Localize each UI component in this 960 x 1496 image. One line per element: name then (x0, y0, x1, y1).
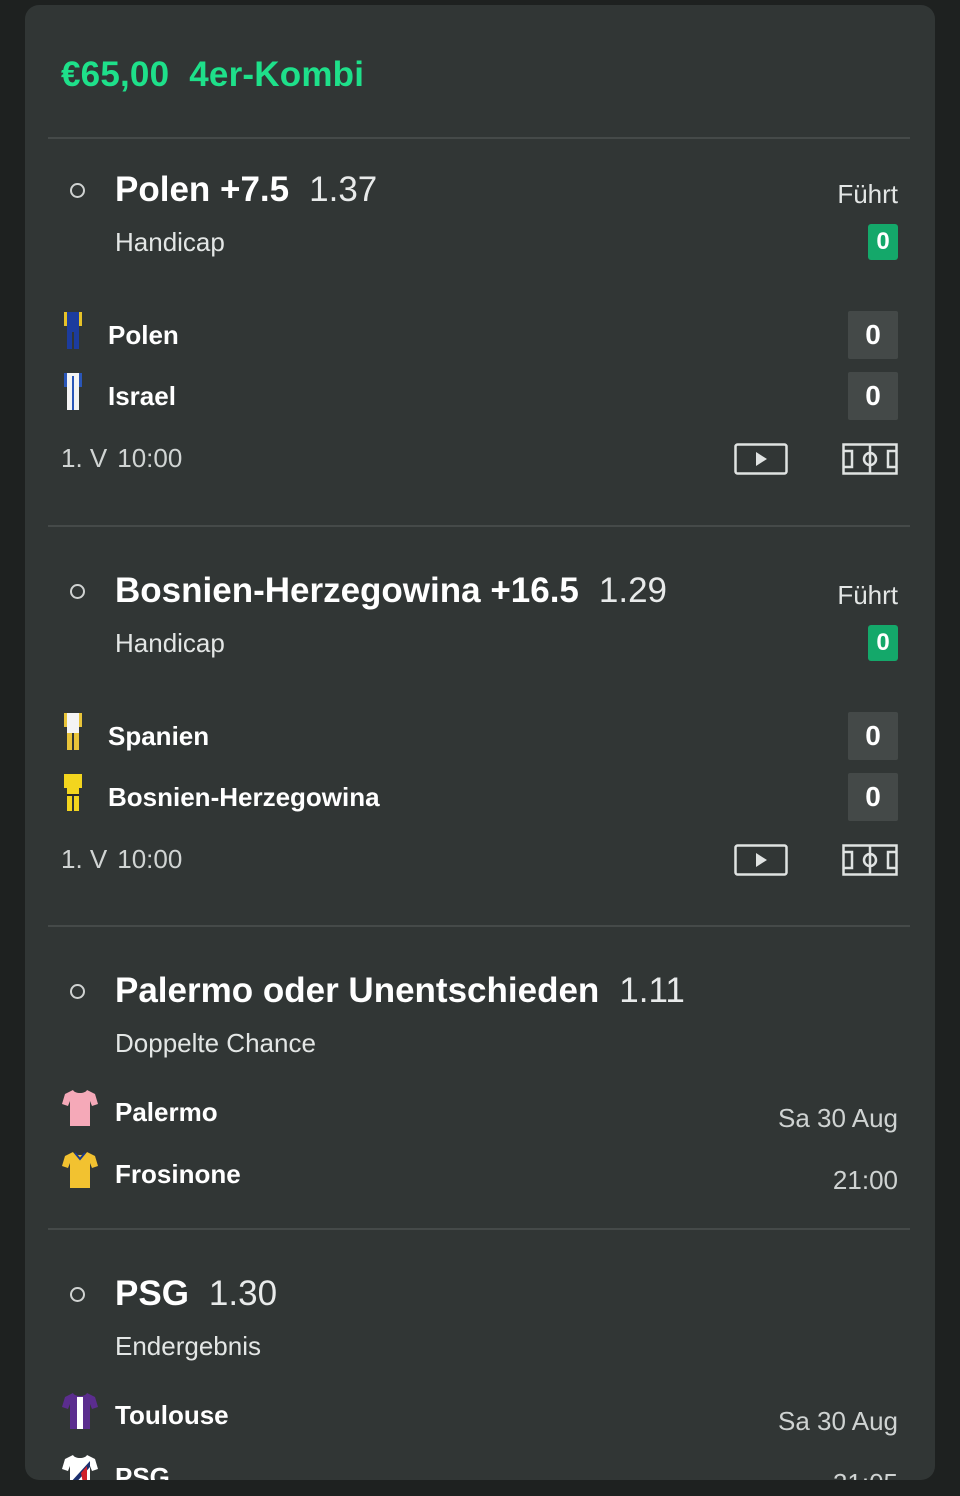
status-circle-icon (70, 984, 85, 999)
team-name: PSG (115, 1462, 170, 1480)
market-name: Handicap (115, 227, 225, 257)
selection-2[interactable]: Bosnien-Herzegowina +16.5 1.29 Handicap F… (25, 540, 935, 925)
match-time: 21:05 (833, 1468, 898, 1480)
team-score: 0 (848, 372, 898, 420)
team-name: Frosinone (115, 1159, 241, 1189)
team-name: Palermo (115, 1097, 218, 1127)
team-name: Israel (108, 381, 176, 411)
match-clock: 10:00 (117, 443, 183, 473)
team-score: 0 (848, 773, 898, 821)
video-icon[interactable] (734, 844, 788, 876)
selection-title: Polen +7.5 1.37 (115, 170, 378, 209)
match-period: 1. V 10:00 (61, 443, 183, 473)
bet-type: 4er-Kombi (189, 55, 365, 94)
shirt-icon (62, 1393, 98, 1429)
selection-4[interactable]: PSG 1.30 Endergebnis Toulouse Sa 30 Aug P… (25, 1243, 935, 1480)
team-name: Polen (108, 320, 179, 350)
team-name: Spanien (108, 721, 210, 751)
selection-title: Palermo oder Unentschieden 1.11 (115, 971, 685, 1010)
selection-odds: 1.37 (309, 170, 378, 209)
match-date: Sa 30 Aug (778, 1406, 898, 1436)
bet-header: €65,00 4er-Kombi (61, 55, 364, 95)
status-badge: 0 (868, 224, 898, 260)
selection-1[interactable]: Polen +7.5 1.37 Handicap Führt 0 Polen 0 … (25, 139, 935, 524)
match-time: 21:00 (832, 1165, 898, 1195)
status-circle-icon (70, 183, 85, 198)
shirt-icon (62, 1455, 98, 1480)
shirt-icon (62, 1152, 98, 1188)
match-clock: 10:00 (117, 844, 183, 874)
divider (48, 1228, 910, 1230)
status-label: Führt (837, 580, 898, 610)
selection-odds: 1.30 (208, 1274, 278, 1313)
market-name: Endergebnis (115, 1331, 261, 1361)
selection-odds: 1.11 (619, 971, 685, 1010)
video-icon[interactable] (734, 443, 788, 475)
team-score: 0 (848, 712, 898, 760)
match-period: 1. V 10:00 (61, 844, 183, 874)
divider (48, 525, 910, 527)
selection-3[interactable]: Palermo oder Unentschieden 1.11 Doppelte … (25, 940, 935, 1230)
pitch-icon[interactable] (842, 844, 898, 876)
stake-amount: €65,00 (61, 55, 170, 94)
selection-odds: 1.29 (598, 571, 668, 610)
selection-title: Bosnien-Herzegowina +16.5 1.29 (115, 571, 668, 610)
shirt-icon (62, 1090, 98, 1126)
status-label: Führt (837, 179, 898, 209)
bet-slip-card: €65,00 4er-Kombi Polen +7.5 1.37 Handicap … (25, 5, 935, 1480)
team-score: 0 (848, 311, 898, 359)
kit-icon (64, 312, 82, 349)
divider (48, 925, 910, 927)
team-name: Toulouse (115, 1400, 229, 1430)
pitch-icon[interactable] (842, 443, 898, 475)
selection-title: PSG 1.30 (115, 1274, 278, 1313)
status-circle-icon (70, 1287, 85, 1302)
team-name: Bosnien-Herzegowina (108, 782, 380, 812)
kit-icon (64, 774, 82, 811)
status-badge: 0 (868, 625, 898, 661)
market-name: Doppelte Chance (115, 1028, 316, 1058)
status-circle-icon (70, 584, 85, 599)
kit-icon (64, 713, 82, 750)
match-date: Sa 30 Aug (778, 1103, 898, 1133)
market-name: Handicap (115, 628, 225, 658)
kit-icon (64, 373, 82, 410)
